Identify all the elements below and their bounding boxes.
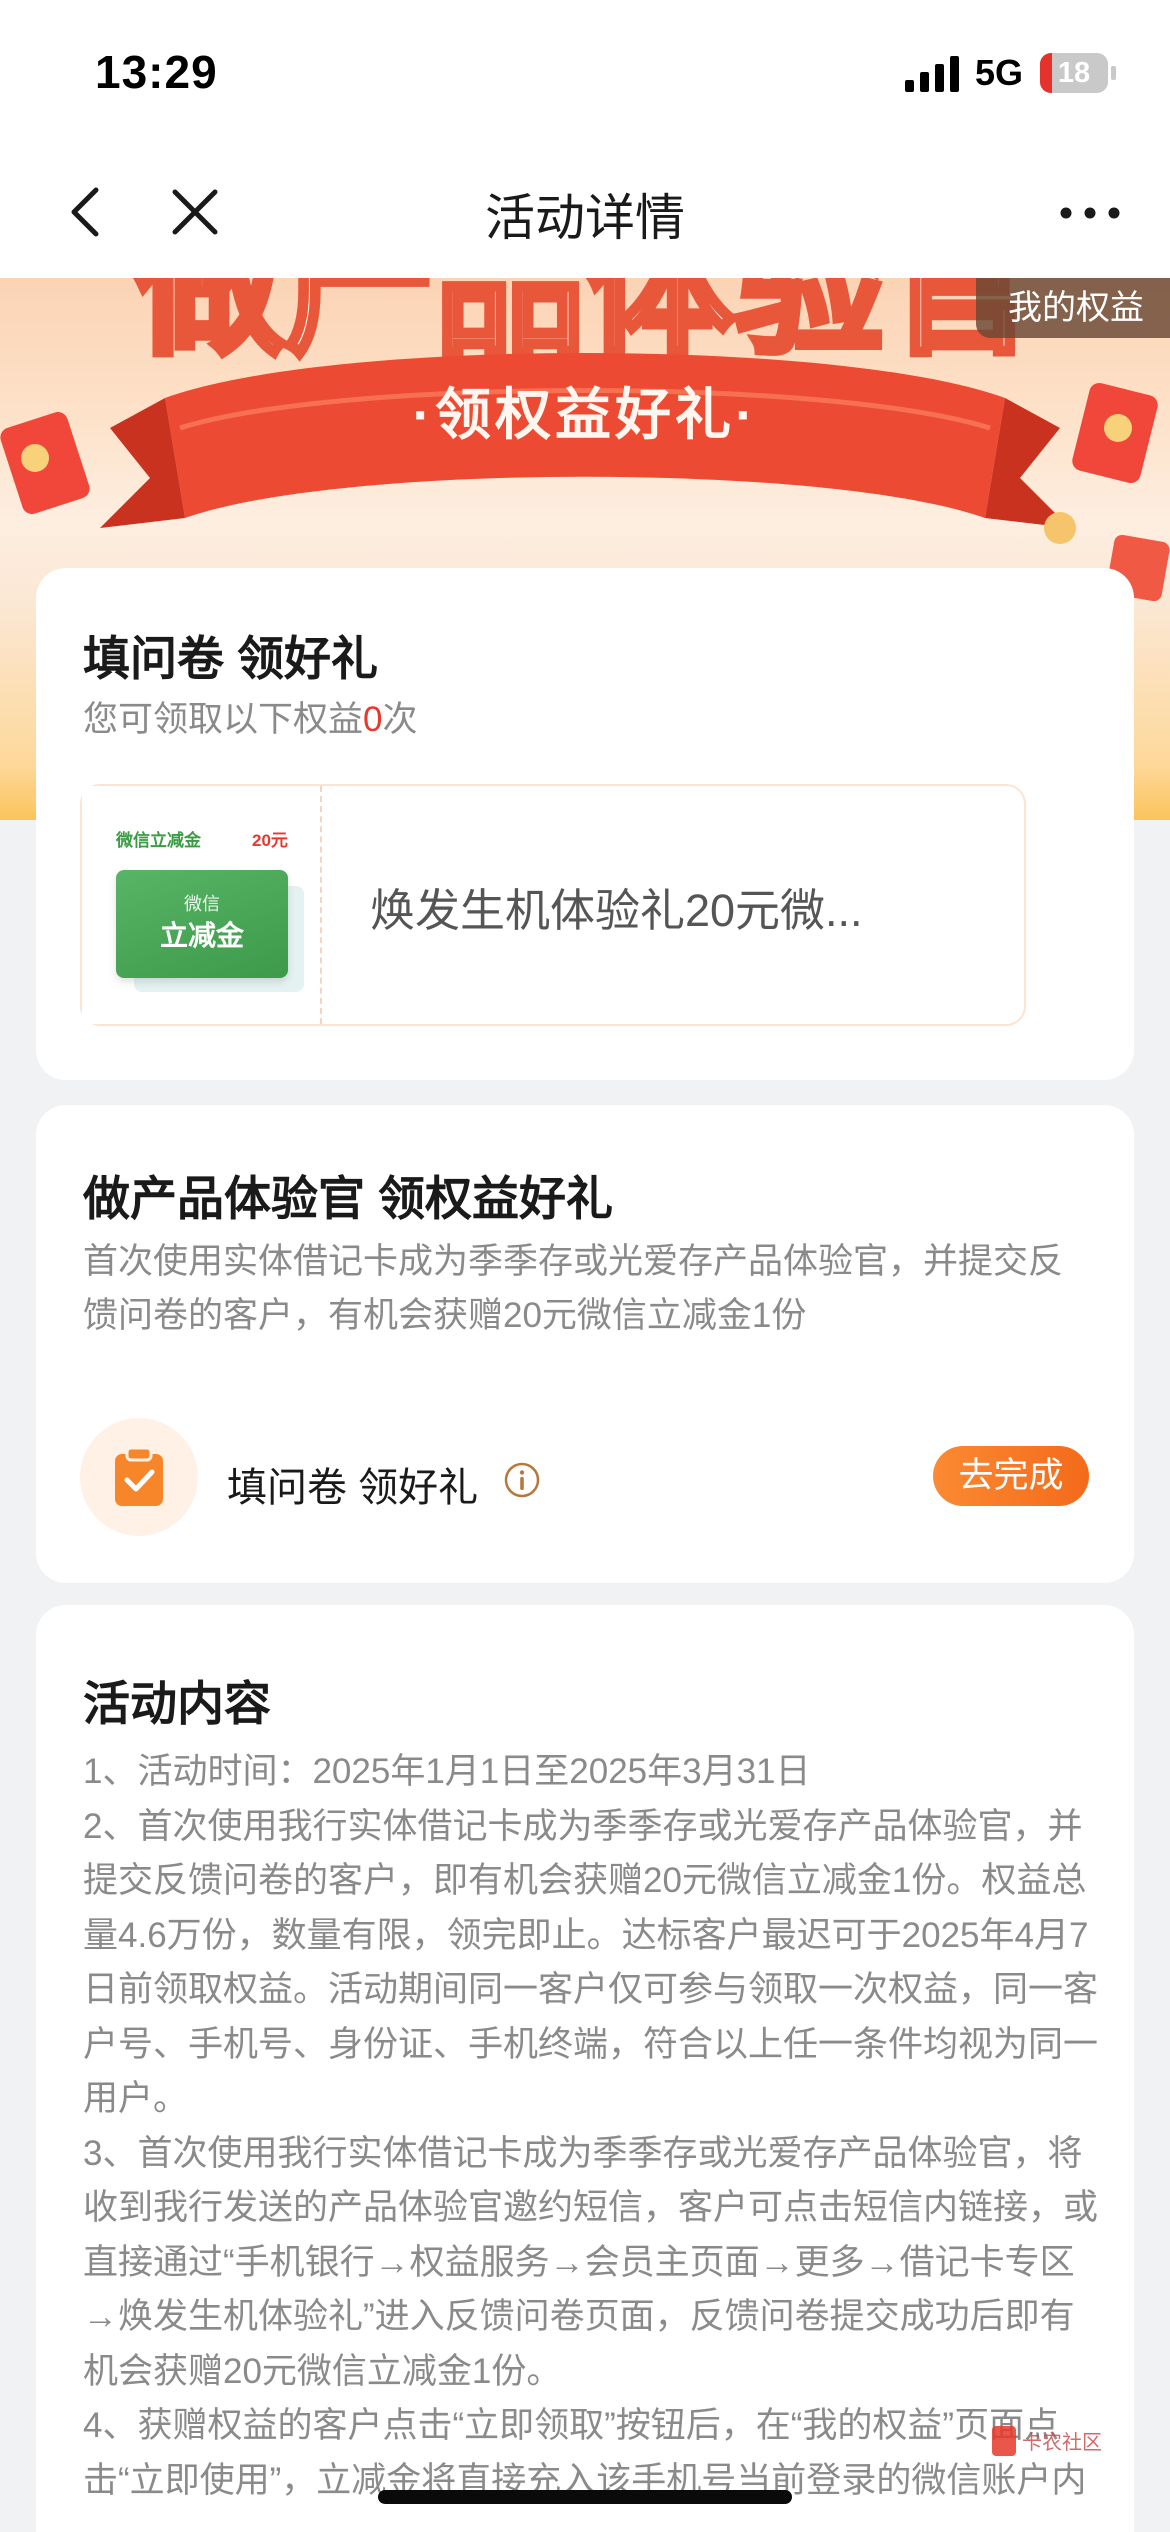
battery-cap — [1111, 66, 1116, 80]
network-type: 5G — [975, 52, 1024, 93]
battery-icon: 18 — [1040, 53, 1108, 93]
coupon-item[interactable]: 微信立减金 20元 微信 立减金 焕发生机体验礼20元微... — [80, 784, 1026, 1026]
battery-percent: 18 — [1057, 57, 1091, 89]
signal-icon — [905, 56, 959, 92]
nav-bar: 活动详情 — [0, 150, 1170, 278]
page-title: 活动详情 — [485, 190, 685, 246]
rights-remaining-prefix: 您可领取以下权益 — [83, 700, 364, 739]
my-rights-button[interactable]: 我的权益 — [976, 278, 1170, 338]
coupon-card-image: 微信 立减金 — [116, 870, 288, 978]
more-icon[interactable] — [1055, 188, 1125, 238]
clipboard-icon — [80, 1418, 198, 1536]
task-description: 首次使用实体借记卡成为季季存或光爱存产品体验官，并提交反馈问卷的客户，有机会获赠… — [83, 1242, 1064, 1335]
coupon-card-main-text: 立减金 — [159, 920, 244, 951]
coupon-name: 焕发生机体验礼20元微... — [370, 885, 863, 936]
banner-ribbon-text: ·领权益好礼· — [412, 383, 758, 446]
rights-card-title: 填问卷 领好礼 — [83, 632, 379, 685]
home-indicator — [378, 2490, 792, 2504]
coupon-type-label: 微信立减金 — [116, 831, 201, 850]
rights-remaining-count: 0 — [363, 700, 383, 739]
watermark-logo: 卡农社区 — [992, 2426, 1102, 2456]
rights-card: 填问卷 领好礼 您可领取以下权益0次 微信立减金 20元 微信 立减金 焕发生机… — [36, 568, 1134, 1080]
coupon-card-top-text: 微信 — [184, 894, 220, 914]
coupon-thumbnail: 微信立减金 20元 微信 立减金 — [82, 786, 322, 1024]
go-complete-button[interactable]: 去完成 — [933, 1446, 1089, 1506]
task-label: 填问卷 领好礼 — [227, 1466, 479, 1510]
rule-line: 3、首次使用我行实体借记卡成为季季存或光爱存产品体验官，将收到我行发送的产品体验… — [83, 2133, 1099, 2391]
coupon-amount: 20元 — [252, 831, 288, 850]
info-icon[interactable] — [503, 1461, 541, 1499]
rules-text: 1、活动时间：2025年1月1日至2025年3月31日 2、首次使用我行实体借记… — [83, 1745, 1103, 2508]
task-card-title: 做产品体验官 领权益好礼 — [83, 1172, 614, 1225]
rule-line: 1、活动时间：2025年1月1日至2025年3月31日 — [83, 1752, 811, 1791]
watermark-text: 卡农社区 — [1022, 2430, 1102, 2454]
rights-remaining-text: 您可领取以下权益0次 — [83, 691, 418, 742]
status-bar: 13:29 5G 18 — [0, 0, 1170, 150]
rule-line: 2、首次使用我行实体借记卡成为季季存或光爱存产品体验官，并提交反馈问卷的客户，即… — [83, 1806, 1099, 2119]
rules-card-title: 活动内容 — [83, 1677, 271, 1730]
status-time: 13:29 — [95, 46, 218, 98]
task-card: 做产品体验官 领权益好礼 首次使用实体借记卡成为季季存或光爱存产品体验官，并提交… — [36, 1105, 1134, 1583]
rights-remaining-suffix: 次 — [382, 700, 418, 739]
rules-card: 活动内容 1、活动时间：2025年1月1日至2025年3月31日 2、首次使用我… — [36, 1605, 1134, 2532]
